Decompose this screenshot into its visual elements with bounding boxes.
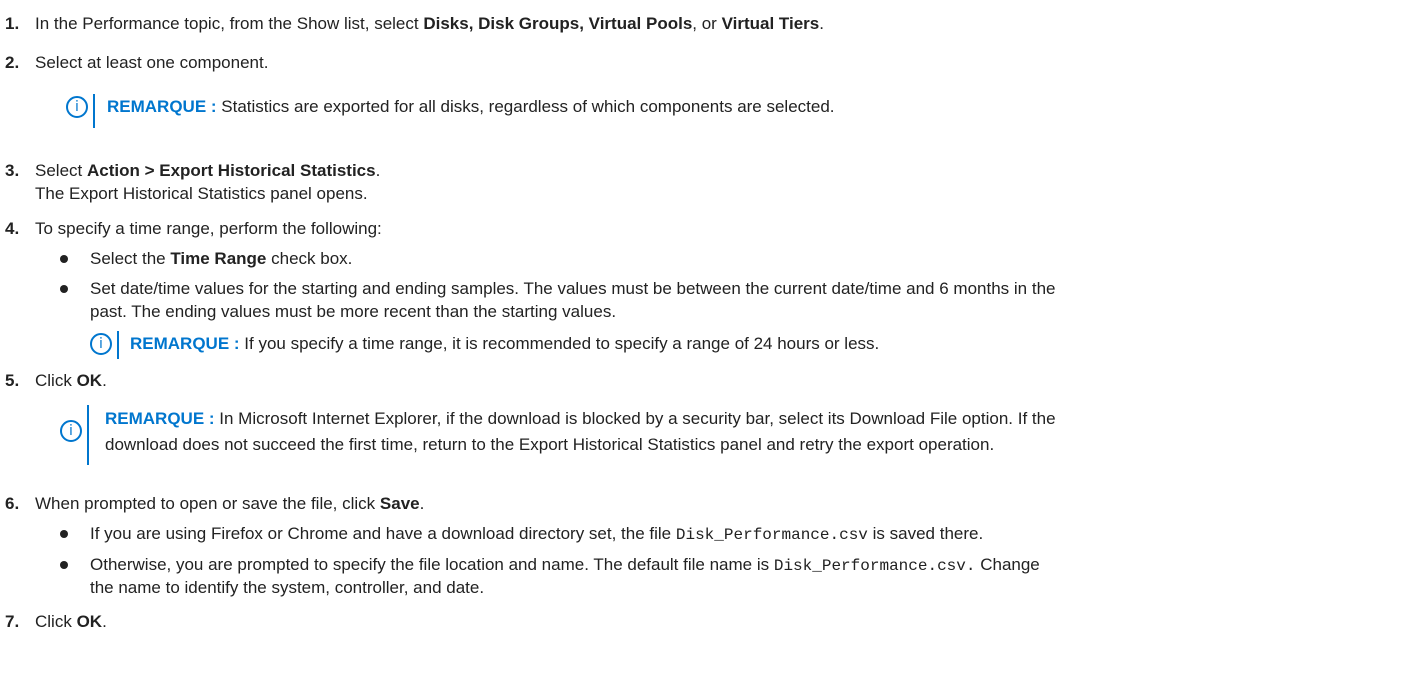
- step-number: 4.: [5, 219, 20, 238]
- note-remarque-3-line-1: REMARQUE : In Microsoft Internet Explore…: [105, 409, 1056, 428]
- step-number: 2.: [5, 53, 20, 72]
- step-1-text: In the Performance topic, from the Show …: [35, 14, 824, 33]
- step-4-text: To specify a time range, perform the fol…: [35, 219, 382, 238]
- step-number: 3.: [5, 161, 20, 180]
- note-divider: [117, 331, 119, 359]
- step-4-bullet-1: Select the Time Range check box.: [90, 249, 353, 268]
- step-6-bullet-2-line-1: Otherwise, you are prompted to specify t…: [90, 555, 1040, 575]
- note-remarque-1: REMARQUE : Statistics are exported for a…: [107, 97, 835, 116]
- info-icon: i: [90, 333, 112, 355]
- step-number: 5.: [5, 371, 20, 390]
- note-divider: [87, 405, 89, 465]
- info-icon: i: [60, 420, 82, 442]
- step-3-text: Select Action > Export Historical Statis…: [35, 161, 381, 180]
- bullet-marker: [60, 285, 68, 293]
- step-6-text: When prompted to open or save the file, …: [35, 494, 425, 513]
- step-6-bullet-1: If you are using Firefox or Chrome and h…: [90, 524, 984, 544]
- step-4-bullet-2-line-2: past. The ending values must be more rec…: [90, 302, 617, 321]
- step-3-detail: The Export Historical Statistics panel o…: [35, 184, 368, 203]
- file-name-code: Disk_Performance.csv.: [773, 557, 976, 575]
- step-2-text: Select at least one component.: [35, 53, 269, 72]
- bullet-marker: [60, 530, 68, 538]
- step-number: 1.: [5, 14, 20, 33]
- file-name-code: Disk_Performance.csv: [675, 526, 868, 544]
- step-5-text: Click OK.: [35, 371, 107, 390]
- bullet-marker: [60, 255, 68, 263]
- step-number: 6.: [5, 494, 20, 513]
- note-divider: [93, 94, 95, 128]
- step-6-bullet-2-line-2: the name to identify the system, control…: [90, 578, 485, 597]
- note-remarque-3-line-2: download does not succeed the first time…: [105, 435, 995, 454]
- step-7-text: Click OK.: [35, 612, 107, 631]
- step-number: 7.: [5, 612, 20, 631]
- step-4-bullet-2-line-1: Set date/time values for the starting an…: [90, 279, 1056, 298]
- note-remarque-2: REMARQUE : If you specify a time range, …: [130, 334, 880, 353]
- info-icon: i: [66, 96, 88, 118]
- bullet-marker: [60, 561, 68, 569]
